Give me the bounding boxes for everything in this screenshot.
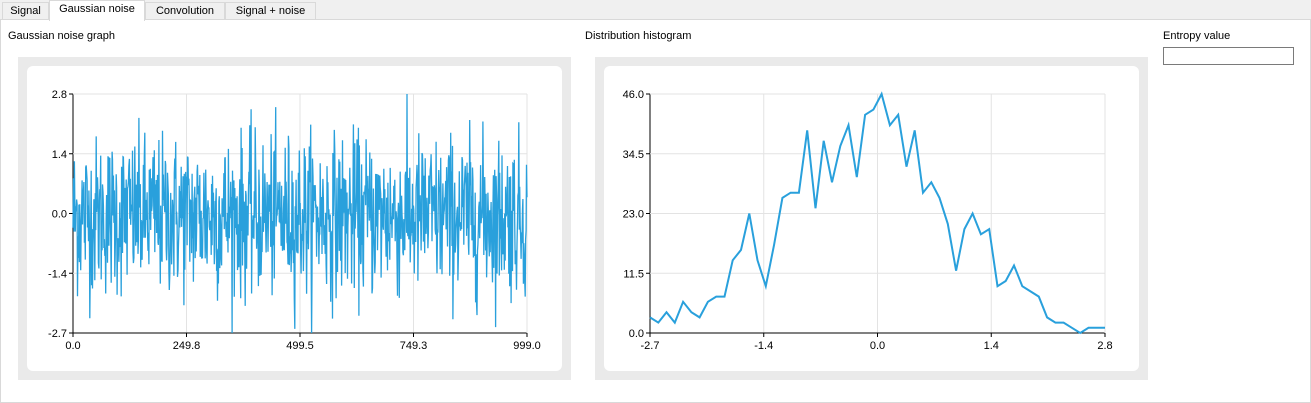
- entropy-value-field[interactable]: [1163, 47, 1294, 65]
- histogram-chart-frame: 46.0 34.5 23.0 11.5 0.0 -2.7 -1.4 0.0 1.4 2.8: [595, 57, 1148, 380]
- noise-xtick-label: 749.3: [400, 340, 428, 352]
- noise-chart: 2.8 1.4 0.0 -1.4 -2.7 0.0 249.8 499.5 749.3 999.…: [48, 89, 541, 352]
- tab-convolution[interactable]: Convolution: [145, 2, 225, 19]
- hist-xtick-label: 2.8: [1097, 340, 1112, 352]
- hist-xtick-label: 0.0: [870, 340, 885, 352]
- tab-signal[interactable]: Signal: [2, 2, 49, 19]
- hist-ytick-label: 46.0: [623, 89, 644, 101]
- hist-ytick-label: 11.5: [623, 268, 644, 280]
- histogram-chart: 46.0 34.5 23.0 11.5 0.0 -2.7 -1.4 0.0 1.4 2.8: [623, 89, 1113, 352]
- noise-xtick-label: 249.8: [173, 340, 201, 352]
- noise-xtick-label: 499.5: [286, 340, 314, 352]
- tab-bar: Signal Gaussian noise Convolution Signal…: [0, 0, 1311, 21]
- noise-xtick-label: 999.0: [513, 340, 541, 352]
- noise-ytick-label: -2.7: [48, 328, 67, 340]
- tab-signal-plus-noise[interactable]: Signal + noise: [225, 2, 316, 19]
- hist-ytick-label: 0.0: [629, 328, 644, 340]
- histogram-label: Distribution histogram: [585, 30, 692, 42]
- noise-ytick-label: 0.0: [52, 209, 67, 221]
- noise-ytick-label: -1.4: [48, 268, 67, 280]
- noise-ytick-label: 2.8: [52, 89, 67, 101]
- noise-ytick-label: 1.4: [52, 149, 67, 161]
- hist-xtick-label: 1.4: [984, 340, 999, 352]
- hist-xtick-label: -1.4: [754, 340, 773, 352]
- noise-chart-card: 2.8 1.4 0.0 -1.4 -2.7 0.0 249.8 499.5 749.3 999.…: [27, 66, 562, 371]
- hist-xtick-label: -2.7: [641, 340, 660, 352]
- noise-xtick-label: 0.0: [65, 340, 80, 352]
- hist-ytick-label: 34.5: [623, 149, 644, 161]
- entropy-label: Entropy value: [1163, 30, 1231, 42]
- hist-ytick-label: 23.0: [623, 209, 644, 221]
- histogram-chart-card: 46.0 34.5 23.0 11.5 0.0 -2.7 -1.4 0.0 1.4 2.8: [604, 66, 1139, 371]
- tab-gaussian-noise[interactable]: Gaussian noise: [49, 0, 145, 21]
- noise-graph-label: Gaussian noise graph: [8, 30, 116, 42]
- noise-chart-frame: 2.8 1.4 0.0 -1.4 -2.7 0.0 249.8 499.5 749.3 999.…: [18, 57, 571, 380]
